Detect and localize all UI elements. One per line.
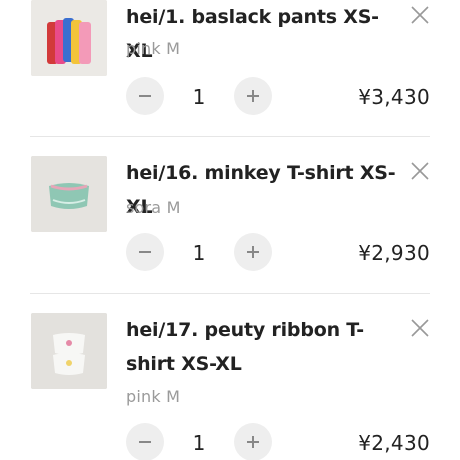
close-icon[interactable]	[409, 160, 431, 182]
increase-quantity-button[interactable]	[234, 233, 272, 271]
increase-quantity-button[interactable]	[234, 77, 272, 115]
minus-icon	[139, 251, 151, 253]
item-price: ¥2,930	[358, 241, 430, 265]
product-variant: pink M	[126, 387, 181, 406]
plus-icon	[247, 90, 259, 102]
close-icon[interactable]	[409, 4, 431, 26]
decrease-quantity-button[interactable]	[126, 77, 164, 115]
item-divider	[30, 136, 430, 137]
product-thumbnail[interactable]	[31, 156, 107, 232]
plus-icon	[247, 436, 259, 448]
cart-list: hei/1. baslack pants XS-XL pink M 1 ¥3,4…	[0, 0, 460, 460]
close-icon[interactable]	[409, 317, 431, 339]
decrease-quantity-button[interactable]	[126, 423, 164, 460]
minus-icon	[139, 95, 151, 97]
plus-icon	[247, 246, 259, 258]
product-variant: pink M	[126, 39, 181, 58]
product-variant: sora M	[126, 198, 181, 217]
quantity-value: 1	[192, 241, 206, 265]
item-price: ¥3,430	[358, 85, 430, 109]
product-title[interactable]: hei/17. peuty ribbon T-shirt XS-XL	[126, 313, 396, 381]
decrease-quantity-button[interactable]	[126, 233, 164, 271]
item-divider	[30, 293, 430, 294]
product-thumbnail[interactable]	[31, 313, 107, 389]
item-price: ¥2,430	[358, 431, 430, 455]
minus-icon	[139, 441, 151, 443]
increase-quantity-button[interactable]	[234, 423, 272, 460]
quantity-value: 1	[192, 85, 206, 109]
product-thumbnail[interactable]	[31, 0, 107, 76]
quantity-value: 1	[192, 431, 206, 455]
